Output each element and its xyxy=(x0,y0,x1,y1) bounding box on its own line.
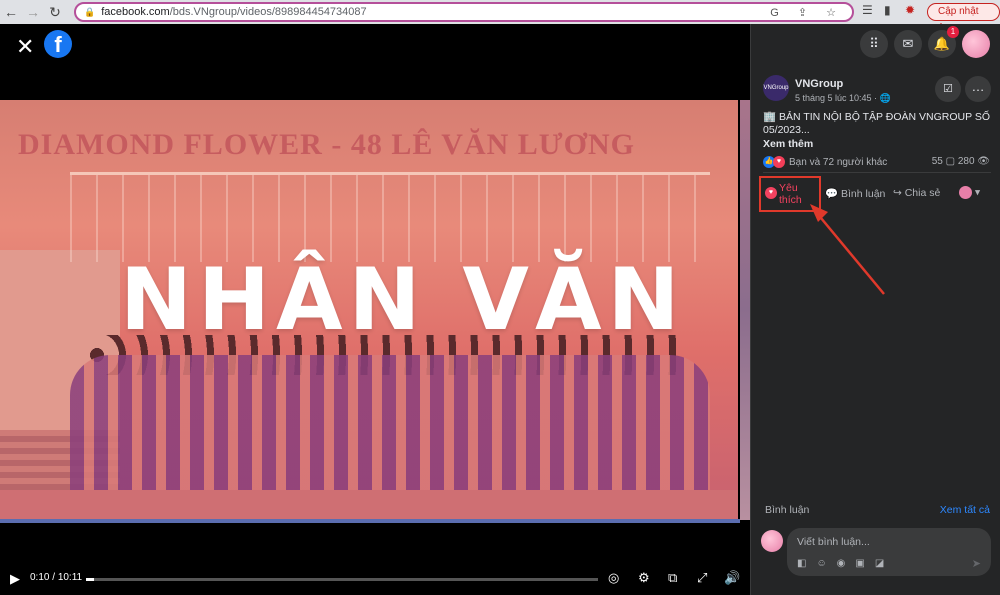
profile-avatar[interactable] xyxy=(962,30,990,58)
back-arrow-icon[interactable]: ← xyxy=(0,4,22,20)
next-video-strip xyxy=(740,100,750,520)
lock-icon: 🔒 xyxy=(84,6,96,17)
comments-header: Bình luận xyxy=(765,504,810,516)
top-nav-icons: ⠿ ✉ 🔔 1 xyxy=(860,26,990,58)
chevron-down-icon: ▾ xyxy=(974,186,981,199)
settings-gear-icon[interactable]: ⚙ xyxy=(638,570,650,586)
close-icon[interactable]: ✕ xyxy=(16,34,34,60)
comment-tools: ◧☺◉▣◪ xyxy=(797,558,894,569)
gif-icon[interactable]: ▣ xyxy=(855,558,874,569)
commenter-avatar[interactable] xyxy=(761,530,783,552)
reading-list-icon[interactable]: ☰ xyxy=(862,3,873,17)
like-label: Yêu thích xyxy=(779,182,802,206)
comment-count-icon: ▢ xyxy=(945,156,956,167)
url-host: facebook.com xyxy=(101,6,170,18)
post-text: 🏢 BẢN TIN NỘI BỘ TẬP ĐOÀN VNGROUP SỐ 05/… xyxy=(763,111,991,137)
forward-arrow-icon[interactable]: → xyxy=(22,4,44,20)
post-emoji-icon: 🏢 xyxy=(763,111,779,123)
eye-icon: 👁 xyxy=(977,156,990,167)
seek-bar-fill xyxy=(86,578,95,581)
messenger-icon[interactable]: ✉ xyxy=(894,30,922,58)
time-total: 10:11 xyxy=(57,572,83,583)
author-name[interactable]: VNGroup xyxy=(795,78,843,90)
time-current: 0:10 xyxy=(30,572,50,583)
reaction-avatar-icon xyxy=(959,186,972,199)
post-sidebar: ⠿ ✉ 🔔 1 VNGroup VNGroup 5 tháng 5 lúc 10:… xyxy=(750,24,1000,595)
ground xyxy=(0,490,738,520)
menu-grid-icon[interactable]: ⠿ xyxy=(860,30,888,58)
post-stats: 55 ▢ 280 👁 xyxy=(932,156,990,167)
update-button[interactable]: Cập nhật ⋮ xyxy=(927,3,1000,33)
author-avatar[interactable]: VNGroup xyxy=(763,75,789,101)
seek-bar[interactable] xyxy=(86,578,598,581)
divider xyxy=(763,172,991,173)
comment-input[interactable] xyxy=(797,536,977,548)
share-label: Chia sẻ xyxy=(904,187,941,199)
reaction-picker-button[interactable]: ▾ xyxy=(959,186,980,199)
reload-icon[interactable]: ↻ xyxy=(44,4,66,21)
post-text-body: BẢN TIN NỘI BỘ TẬP ĐOÀN VNGROUP SỐ 05/20… xyxy=(763,111,991,136)
video-frame[interactable]: DIAMOND FLOWER - 48 LÊ VĂN LƯƠNG NHÂN VĂ… xyxy=(0,100,738,520)
avatar-sticker-icon[interactable]: ◧ xyxy=(797,558,816,569)
timestamp-text: 5 tháng 5 lúc 10:45 · xyxy=(795,93,880,103)
see-more-link[interactable]: Xem thêm xyxy=(763,138,813,150)
reactions-text: Bạn và 72 người khác xyxy=(789,156,888,168)
more-options-icon[interactable]: … xyxy=(965,76,991,102)
comment-button[interactable]: 💬 Bình luận xyxy=(825,187,885,200)
notifications-bell-icon[interactable]: 🔔 1 xyxy=(928,26,959,58)
sticker-icon[interactable]: ◪ xyxy=(875,558,894,569)
crowd xyxy=(70,355,710,495)
address-bar[interactable]: 🔒 facebook.com/bds.VNgroup/videos/898984… xyxy=(74,2,854,22)
emoji-icon[interactable]: ☺ xyxy=(816,558,836,569)
fullscreen-icon[interactable]: ⤢ xyxy=(697,570,707,586)
comment-icon: 💬 xyxy=(825,188,841,200)
share-button[interactable]: ↪ Chia sẻ xyxy=(893,187,940,199)
sidepanel-icon[interactable]: ▮ xyxy=(884,3,891,17)
save-post-icon[interactable]: ☑ xyxy=(935,76,961,102)
video-player[interactable]: ✕ f DIAMOND FLOWER - 48 LÊ VĂN LƯƠNG NHÂ… xyxy=(0,24,750,595)
extension-icon[interactable]: ✹ xyxy=(905,3,915,17)
send-icon[interactable]: ➤ xyxy=(972,557,981,570)
post-timestamp[interactable]: 5 tháng 5 lúc 10:45 · 🌐 xyxy=(795,93,891,104)
miniplayer-icon[interactable]: ⧉ xyxy=(668,570,677,586)
url-path: /bds.VNgroup/videos/898984454734087 xyxy=(169,6,367,18)
captions-icon[interactable]: ◎ xyxy=(608,570,619,586)
time-display: 0:10 / 10:11 xyxy=(30,572,83,583)
reactions-summary[interactable]: 👍 ♥ Bạn và 72 người khác xyxy=(763,156,887,168)
comment-label: Bình luận xyxy=(841,188,886,200)
video-title-overlay: NHÂN VĂN xyxy=(120,250,686,350)
share-icon: ↪ xyxy=(893,187,905,199)
see-all-comments-link[interactable]: Xem tất cả xyxy=(940,504,990,516)
annotation-arrow xyxy=(810,204,885,295)
video-buffer-line xyxy=(0,519,740,523)
globe-icon: 🌐 xyxy=(879,93,891,103)
video-banner-text: DIAMOND FLOWER - 48 LÊ VĂN LƯƠNG xyxy=(18,128,636,161)
play-icon[interactable]: ▶ xyxy=(10,571,20,587)
volume-icon[interactable]: 🔊 xyxy=(724,570,740,586)
heart-icon: ♥ xyxy=(765,187,777,199)
comments-count[interactable]: 55 xyxy=(932,156,943,167)
comment-box[interactable]: ◧☺◉▣◪ ➤ xyxy=(787,528,991,576)
canopy xyxy=(70,172,710,262)
views-count: 280 xyxy=(957,156,975,167)
notification-badge: 1 xyxy=(947,26,959,38)
camera-icon[interactable]: ◉ xyxy=(837,558,856,569)
address-bar-icons[interactable]: G ⇪ ☆ xyxy=(770,6,844,19)
facebook-logo-icon[interactable]: f xyxy=(44,30,72,58)
love-reaction-icon: ♥ xyxy=(773,156,785,168)
update-label: Cập nhật xyxy=(938,6,979,17)
